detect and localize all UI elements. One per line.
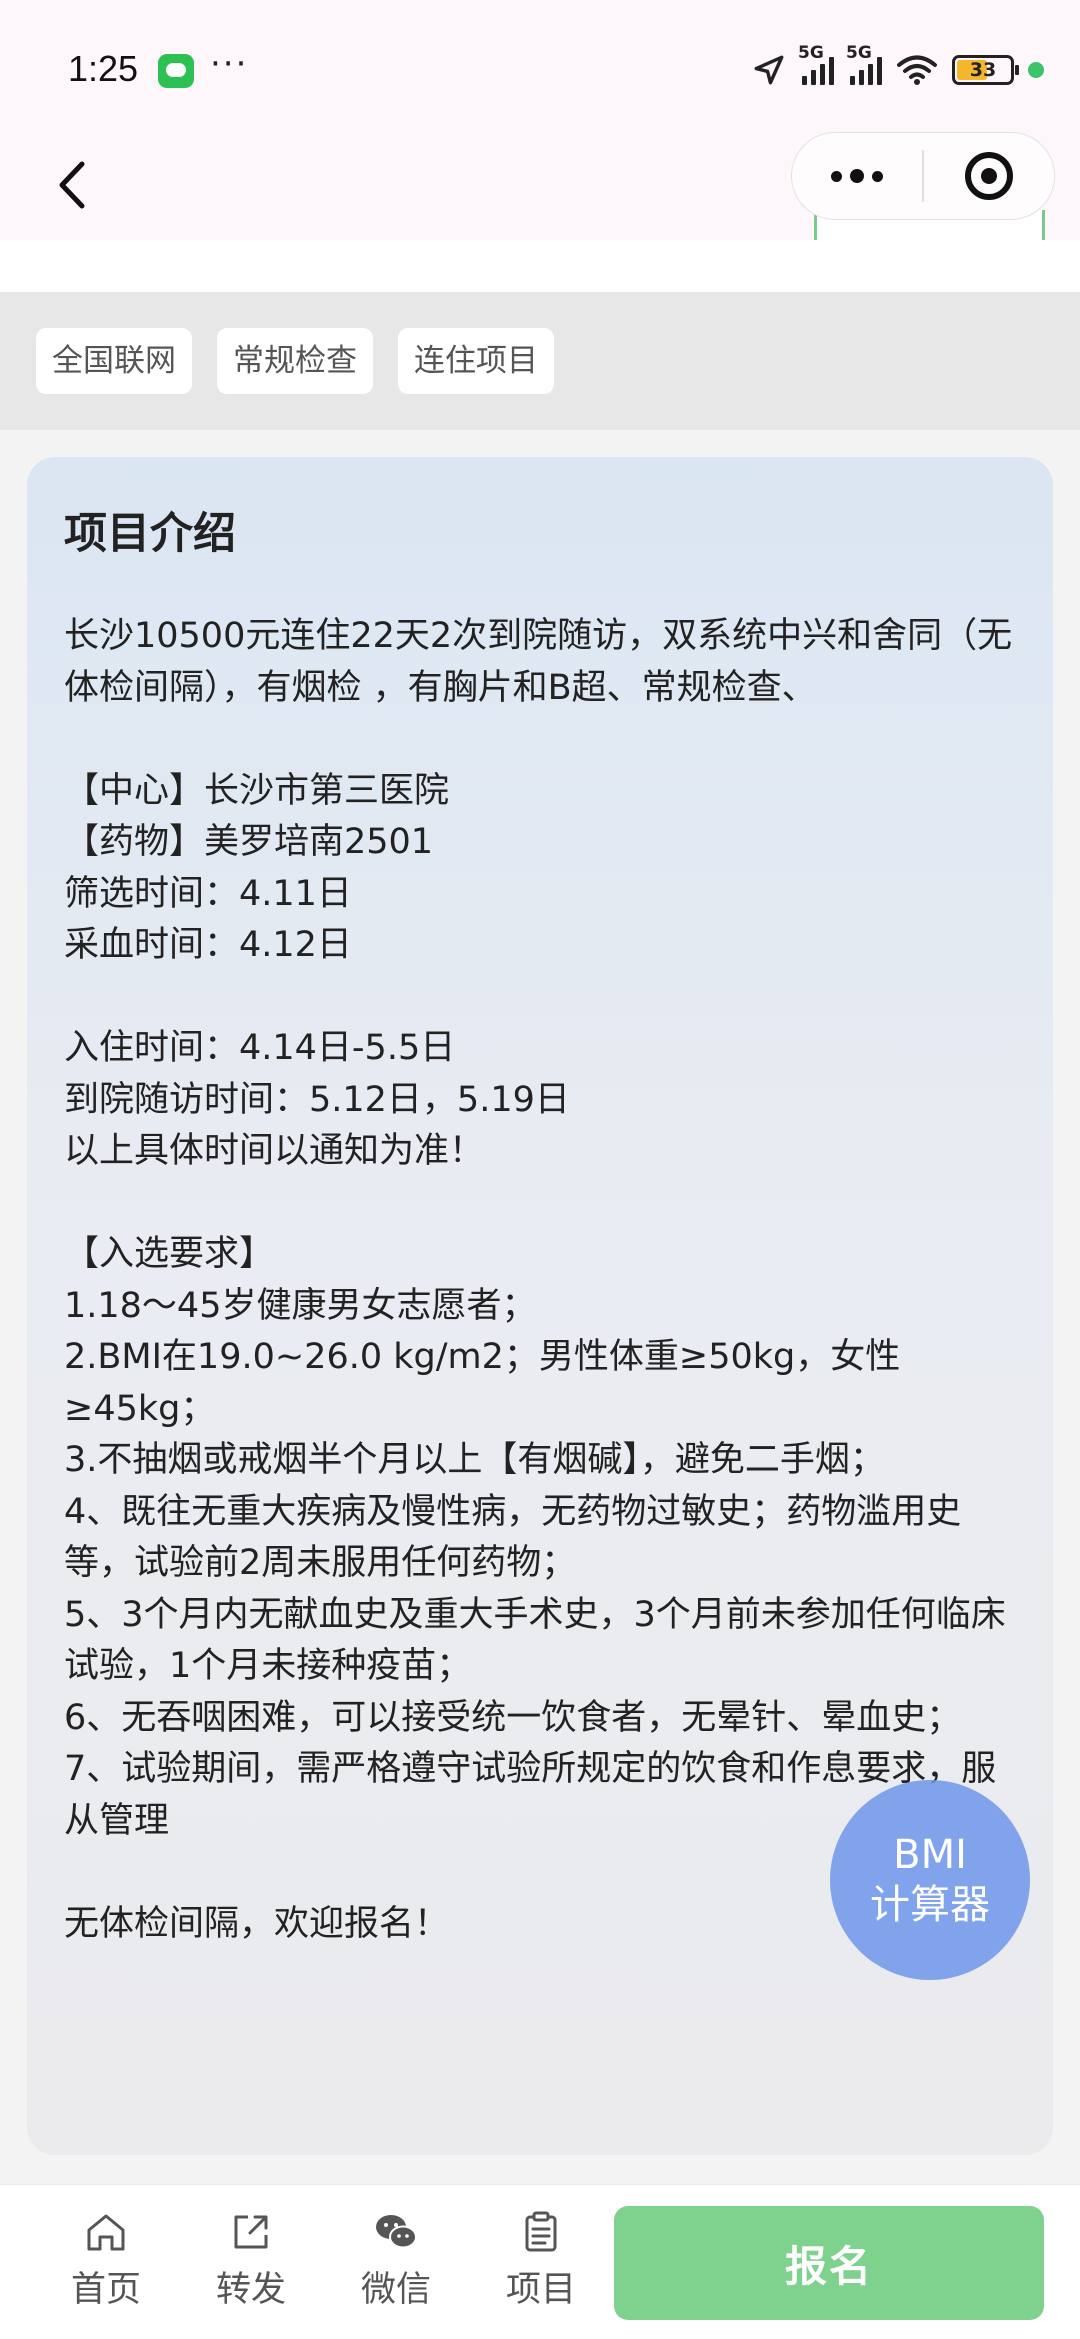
bmi-label-sub: 计算器: [870, 1882, 990, 1928]
more-button[interactable]: [792, 133, 922, 219]
close-button[interactable]: [924, 133, 1054, 219]
tab-label: 首页: [70, 2270, 141, 2310]
clipboard-icon: [525, 2211, 557, 2252]
share-icon: [234, 2215, 268, 2249]
intro-body: 长沙10500元连住22天2次到院随访，双系统中兴和舍同（无体检间隔），有烟检 …: [64, 616, 1013, 1944]
bmi-label: BMI: [893, 1832, 967, 1878]
tab-wechat[interactable]: 微信: [336, 2209, 456, 2312]
privacy-indicator: [1028, 62, 1044, 78]
header-strip: [0, 240, 1080, 292]
mini-program-capsule: [791, 132, 1055, 220]
network-label: 5G: [846, 43, 872, 63]
signal-icon: 5G: [798, 43, 834, 85]
status-icons: 5G 5G 33: [752, 43, 1044, 90]
tag-item: 连住项目: [398, 328, 554, 394]
wechat-icon: [376, 2215, 417, 2249]
signal-icon: 5G: [846, 43, 882, 85]
wechat-icon: [158, 54, 194, 88]
tab-share[interactable]: 转发: [191, 2209, 311, 2312]
battery-level: 33: [969, 59, 997, 81]
back-button[interactable]: [40, 150, 110, 220]
more-dots-icon: [831, 170, 842, 182]
intro-title: 项目介绍: [64, 509, 236, 559]
tags-bar: 全国联网 常规检查 连住项目: [0, 292, 1080, 430]
tag-item: 全国联网: [36, 328, 192, 394]
bottom-bar: 首页 转发 微信 项目 报名: [0, 2184, 1080, 2339]
location-arrow-icon: [754, 55, 784, 85]
tab-label: 项目: [505, 2270, 576, 2310]
back-arrow-icon: [59, 161, 85, 209]
tab-project[interactable]: 项目: [481, 2209, 601, 2312]
home-icon: [87, 2214, 125, 2251]
wifi-icon: [897, 55, 937, 85]
network-label: 5G: [798, 43, 824, 63]
close-target-icon: [964, 152, 1013, 200]
tab-label: 微信: [360, 2270, 431, 2310]
tab-home[interactable]: 首页: [46, 2209, 166, 2312]
status-bar: 1:25 ··· 5G 5G 33: [0, 0, 1080, 140]
tab-label: 转发: [215, 2270, 286, 2310]
signup-button[interactable]: 报名: [614, 2206, 1044, 2320]
status-time: 1:25: [68, 48, 139, 89]
tag-item: 常规检查: [217, 328, 373, 394]
battery-icon: 33: [952, 55, 1019, 85]
bmi-calculator-button[interactable]: BMI 计算器: [830, 1780, 1030, 1980]
status-more: ···: [210, 44, 249, 84]
page: 1:25 ··· 5G 5G 33 全国联网 常规检查 连住项目 项目介绍 长沙…: [0, 0, 1080, 2339]
